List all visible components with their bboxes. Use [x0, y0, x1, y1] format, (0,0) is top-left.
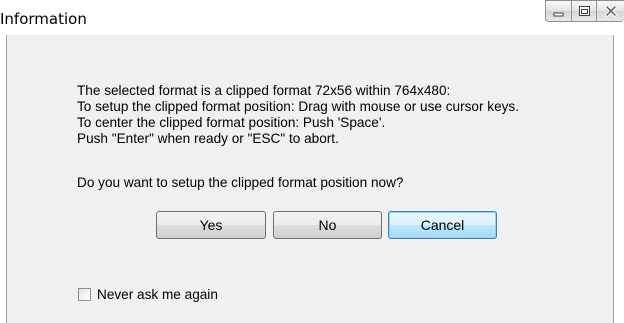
message-line: The selected format is a clipped format …	[77, 83, 451, 98]
minimize-button[interactable]	[545, 0, 571, 22]
maximize-icon	[579, 6, 590, 16]
no-button[interactable]: No	[273, 211, 382, 239]
window-controls	[545, 0, 624, 22]
yes-button[interactable]: Yes	[156, 211, 266, 239]
close-icon	[605, 5, 617, 17]
message-line: To setup the clipped format position: Dr…	[77, 99, 520, 114]
message-line: Push "Enter" when ready or "ESC" to abor…	[77, 131, 339, 146]
close-button[interactable]	[596, 0, 624, 22]
maximize-button[interactable]	[571, 0, 596, 22]
question-text: Do you want to setup the clipped format …	[77, 175, 404, 190]
minimize-icon	[553, 12, 564, 17]
window-frame-right	[614, 35, 624, 323]
message-text: The selected format is a clipped format …	[77, 83, 519, 147]
never-ask-again-checkbox[interactable]	[78, 288, 91, 301]
never-ask-again-option[interactable]: Never ask me again	[78, 287, 218, 302]
window-title: Information	[0, 10, 87, 28]
cancel-button[interactable]: Cancel	[388, 211, 497, 239]
never-ask-again-label[interactable]: Never ask me again	[97, 287, 218, 302]
title-bar[interactable]: Information	[0, 0, 624, 35]
message-line: To center the clipped format position: P…	[77, 115, 386, 130]
